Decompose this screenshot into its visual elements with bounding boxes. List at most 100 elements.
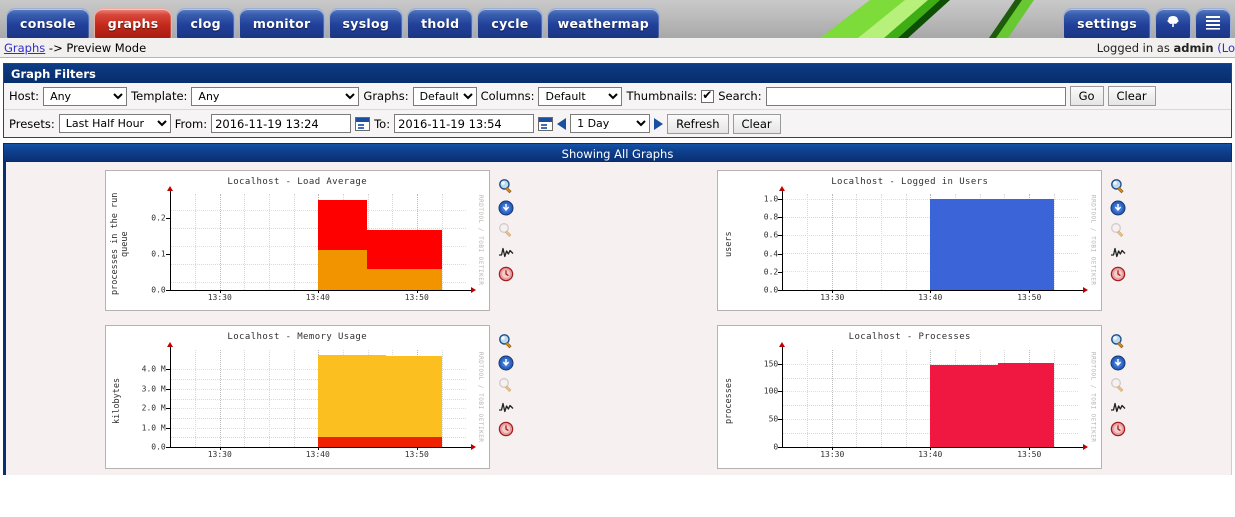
series-users-step-1	[930, 199, 1055, 290]
graph-data-icon[interactable]	[1110, 244, 1126, 260]
template-label: Template:	[131, 89, 188, 103]
tab-cycle[interactable]: cycle	[477, 8, 543, 38]
y-tick: 4.0 M	[141, 364, 166, 374]
graphs-select[interactable]: Default	[412, 86, 477, 106]
time-span-select[interactable]: 1 Day	[570, 114, 651, 133]
tab-settings[interactable]: settings	[1063, 8, 1151, 38]
to-label: To:	[374, 116, 391, 131]
zoom-graph-icon[interactable]	[1110, 178, 1126, 194]
graph-frame[interactable]: Localhost - Logged in Users users RRDTOO…	[717, 170, 1103, 311]
y-tick: 0.0	[151, 442, 166, 452]
x-tick: 13:30	[207, 293, 232, 302]
zoom-graph-icon[interactable]	[498, 178, 514, 194]
go-button[interactable]: Go	[1069, 86, 1104, 106]
y-tick: 150	[763, 359, 779, 369]
rrd-graph-processes[interactable]: Localhost - Processes processes RRDTOOL …	[720, 328, 1100, 466]
graph-frame[interactable]: Localhost - Memory Usage kilobytes RRDTO…	[104, 325, 490, 469]
plot-area	[169, 350, 466, 447]
graph-frame[interactable]: Localhost - Load Average processes in th…	[104, 170, 490, 311]
clear-dates-button[interactable]: Clear	[732, 113, 781, 134]
x-tick: 13:50	[404, 450, 429, 459]
tab-graphs[interactable]: graphs	[93, 8, 173, 38]
plot-area	[169, 194, 466, 290]
graph-action-icons[interactable]	[490, 325, 520, 437]
y-tick: 50	[768, 414, 779, 424]
rrd-graph-memory-usage[interactable]: Localhost - Memory Usage kilobytes RRDTO…	[107, 328, 487, 466]
csv-export-icon[interactable]	[1110, 200, 1126, 216]
y-tick: 1.0 M	[141, 423, 166, 433]
zoom-graph-icon[interactable]	[1110, 333, 1126, 349]
tab-label: graphs	[107, 16, 159, 31]
graph-title: Localhost - Memory Usage	[227, 332, 368, 342]
filter-row-1: Host: Any Template: Any Graphs: Default …	[4, 83, 1231, 110]
presets-select[interactable]: Last Half Hour	[58, 114, 171, 133]
series-memory-cache-step-1	[317, 355, 386, 447]
login-prefix: Logged in as	[1096, 41, 1174, 55]
graph-action-icons[interactable]	[1102, 170, 1132, 282]
from-calendar-icon[interactable]	[355, 116, 371, 131]
csv-export-icon[interactable]	[498, 200, 514, 216]
graph-query-icon[interactable]	[498, 222, 514, 238]
graphs-label: Graphs:	[363, 89, 409, 103]
rrd-graph-load-average[interactable]: Localhost - Load Average processes in th…	[107, 173, 487, 308]
clear-button[interactable]: Clear	[1107, 86, 1156, 106]
host-label: Host:	[9, 89, 40, 103]
tab-thold[interactable]: thold	[407, 8, 474, 38]
search-input[interactable]	[765, 86, 1066, 106]
breadcrumb-link-graphs[interactable]: Graphs	[4, 41, 45, 55]
columns-select[interactable]: Default	[538, 86, 623, 106]
graph-frame[interactable]: Localhost - Processes processes RRDTOOL …	[717, 325, 1103, 469]
menu-icon-button[interactable]	[1195, 8, 1231, 38]
logout-link[interactable]: (Lo	[1214, 41, 1235, 55]
to-calendar-icon[interactable]	[538, 116, 554, 131]
graph-debug-icon[interactable]	[1110, 421, 1126, 437]
tab-syslog[interactable]: syslog	[328, 8, 404, 38]
tab-clog[interactable]: clog	[176, 8, 235, 38]
graph-filters-title: Graph Filters	[4, 64, 1231, 83]
series-orange-step-2	[366, 269, 442, 290]
zoom-graph-icon[interactable]	[498, 333, 514, 349]
shift-left-icon[interactable]	[557, 117, 567, 130]
refresh-button[interactable]: Refresh	[667, 113, 729, 134]
tab-label: settings	[1077, 16, 1137, 31]
graph-action-icons[interactable]	[1102, 325, 1132, 437]
graph-title: Localhost - Logged in Users	[831, 177, 989, 187]
tab-monitor[interactable]: monitor	[238, 8, 325, 38]
tree-icon-button[interactable]	[1155, 8, 1191, 38]
thumbnails-checkbox[interactable]	[701, 88, 715, 103]
from-date-input[interactable]	[211, 114, 352, 133]
header-right-controls[interactable]: settings	[1063, 8, 1231, 38]
graph-data-icon[interactable]	[498, 399, 514, 415]
graph-query-icon[interactable]	[1110, 222, 1126, 238]
graph-debug-icon[interactable]	[498, 266, 514, 282]
graph-data-icon[interactable]	[498, 244, 514, 260]
graph-data-icon[interactable]	[1110, 399, 1126, 415]
csv-export-icon[interactable]	[1110, 355, 1126, 371]
tab-label: monitor	[252, 16, 311, 31]
tab-label: clog	[190, 16, 221, 31]
graph-title: Localhost - Load Average	[227, 177, 368, 187]
graph-action-icons[interactable]	[490, 170, 520, 282]
x-tick: 13:30	[820, 450, 845, 459]
graph-debug-icon[interactable]	[498, 421, 514, 437]
host-select[interactable]: Any	[43, 86, 128, 106]
template-select[interactable]: Any	[191, 86, 360, 106]
graph-query-icon[interactable]	[498, 377, 514, 393]
x-tick: 13:50	[1017, 293, 1042, 302]
main-tab-list[interactable]: console graphs clog monitor syslog thold…	[6, 8, 660, 38]
graph-query-icon[interactable]	[1110, 377, 1126, 393]
to-date-input[interactable]	[394, 114, 535, 133]
rrd-graph-logged-in-users[interactable]: Localhost - Logged in Users users RRDTOO…	[720, 173, 1100, 308]
y-tick: 0.0	[151, 285, 166, 295]
rrdtool-watermark: RRDTOOL / TOBI OETIKER	[1089, 351, 1097, 443]
x-tick: 13:40	[918, 293, 943, 302]
graph-debug-icon[interactable]	[1110, 266, 1126, 282]
series-orange-step-1	[317, 250, 367, 290]
from-label: From:	[174, 116, 208, 131]
x-tick: 13:50	[404, 293, 429, 302]
tab-weathermap[interactable]: weathermap	[546, 8, 660, 38]
y-tick: 0.2	[763, 267, 779, 277]
csv-export-icon[interactable]	[498, 355, 514, 371]
shift-right-icon[interactable]	[654, 117, 664, 130]
tab-console[interactable]: console	[6, 8, 90, 38]
